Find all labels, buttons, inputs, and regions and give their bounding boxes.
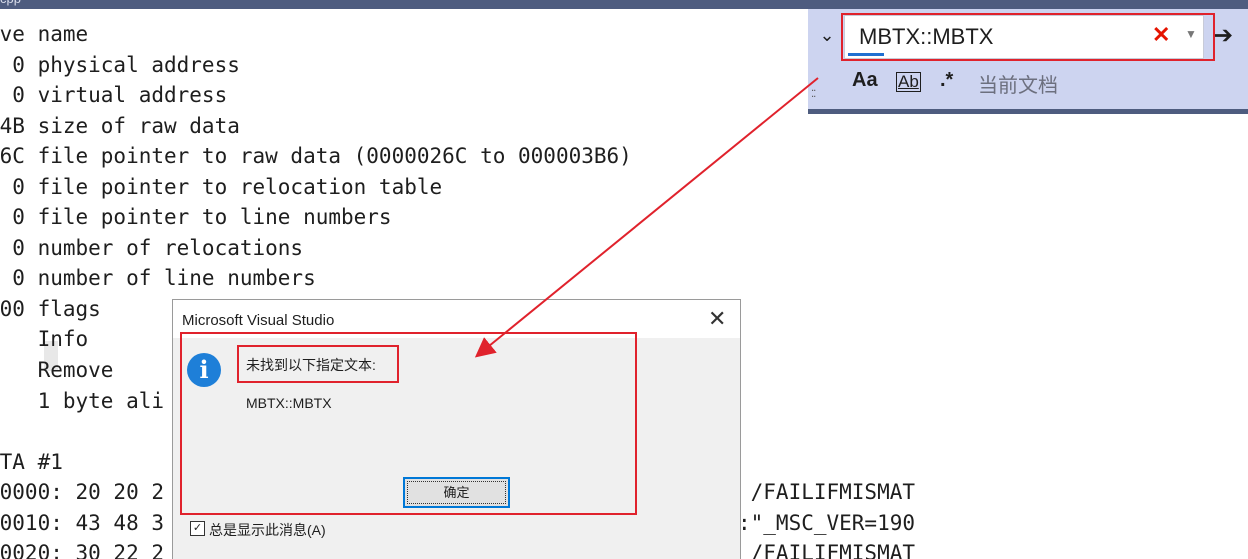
code-line-fragment: :"_MSC_VER=190 <box>738 511 916 535</box>
close-icon[interactable]: ✕ <box>708 306 726 332</box>
code-line: Remove <box>37 358 114 382</box>
regex-toggle[interactable]: .* <box>940 69 953 92</box>
code-line: 0 physical address <box>0 53 240 77</box>
code-line: 26C file pointer to raw data (0000026C t… <box>0 144 632 168</box>
code-line-fragment: /FAILIFMISMAT <box>738 541 916 559</box>
code-line: 0 file pointer to relocation table <box>0 175 443 199</box>
code-line: 00010: 43 48 3 <box>0 511 165 535</box>
code-line: 0 virtual address <box>0 83 228 107</box>
code-line: 14B size of raw data <box>0 114 240 138</box>
chevron-down-icon[interactable]: ⌄ <box>816 25 838 46</box>
search-scope-dropdown[interactable]: 当前文档 <box>978 69 1058 98</box>
code-line: 00020: 30 22 2 <box>0 541 165 559</box>
always-show-checkbox[interactable]: ✓ <box>190 521 205 536</box>
code-line: A00 flags <box>0 297 101 321</box>
annotation-box-find <box>841 13 1215 61</box>
code-line-fragment: /FAILIFMISMAT <box>738 480 916 504</box>
code-line: 0 number of line numbers <box>0 266 316 290</box>
arrow-right-icon[interactable]: ➔ <box>1213 21 1233 50</box>
code-line: 0 file pointer to line numbers <box>0 205 392 229</box>
document-tab-strip: cpp <box>0 0 1248 9</box>
whole-word-toggle[interactable]: Ab <box>896 72 921 92</box>
code-line: 00000: 20 20 2 <box>0 480 165 504</box>
code-line: ATA #1 <box>0 450 63 474</box>
code-line: 1 byte ali <box>0 389 165 413</box>
code-line: 0 number of relocations <box>0 236 304 260</box>
code-line: tve name <box>0 22 89 46</box>
code-line: Info <box>37 327 89 351</box>
document-tab-label[interactable]: cpp <box>0 0 21 6</box>
resize-grip-icon[interactable]: ⁚⁚ <box>811 89 816 100</box>
match-case-toggle[interactable]: Aa <box>852 69 878 92</box>
always-show-label[interactable]: 总是显示此消息(A) <box>209 520 326 540</box>
dialog-title: Microsoft Visual Studio <box>182 312 335 329</box>
annotation-box-message <box>237 345 399 383</box>
